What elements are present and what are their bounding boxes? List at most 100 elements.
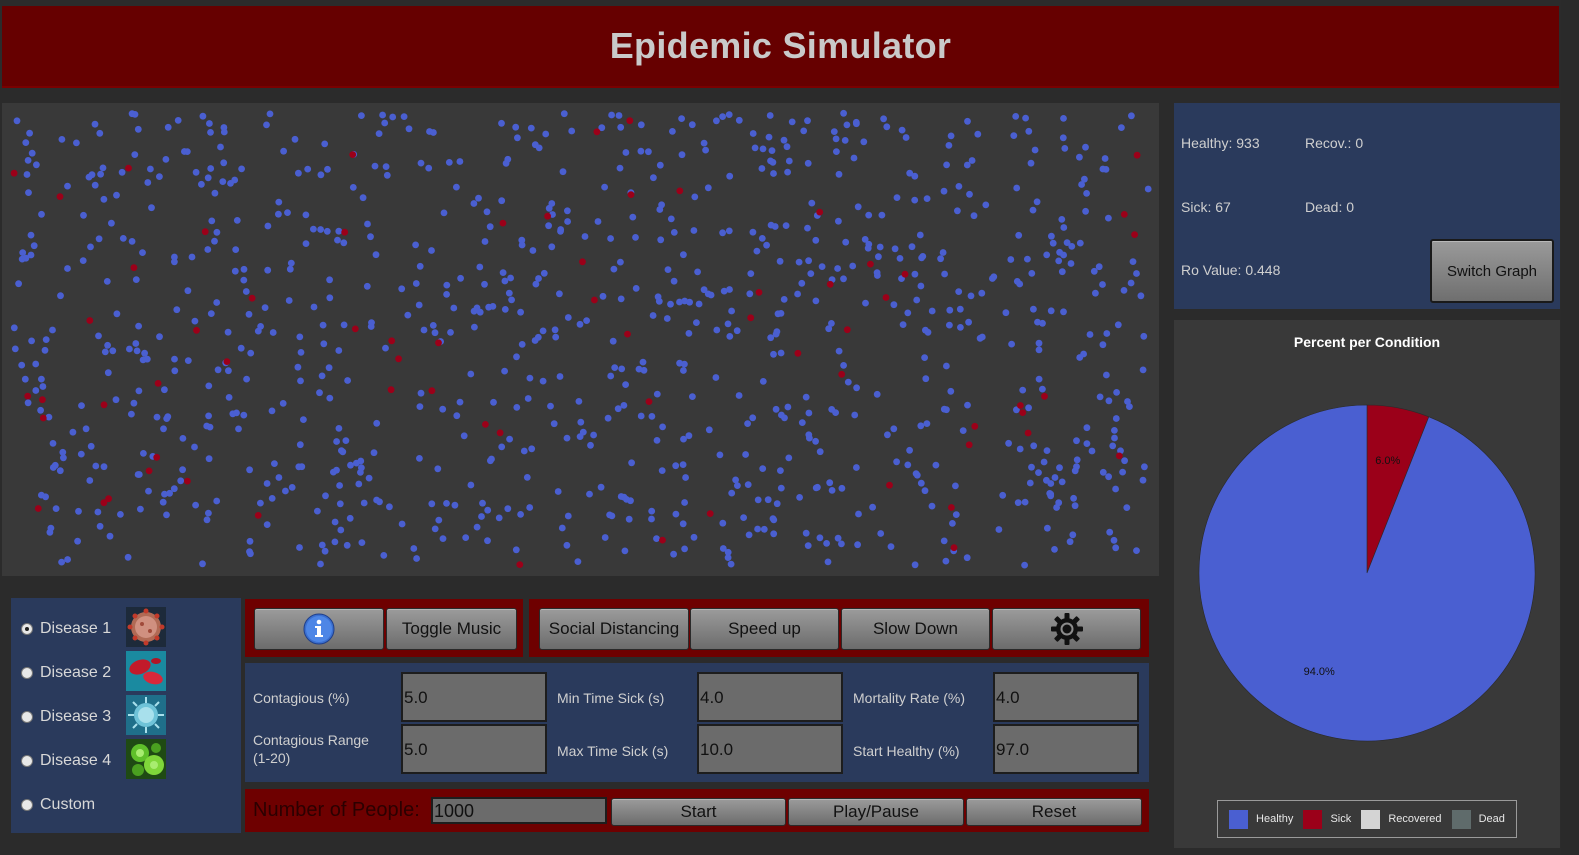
healthy-person-dot [340, 239, 348, 247]
green-virus-image [126, 739, 166, 779]
healthy-person-dot [732, 476, 739, 484]
healthy-person-dot [30, 242, 38, 250]
healthy-person-dot [26, 129, 33, 137]
healthy-person-dot [104, 341, 111, 349]
healthy-person-dot [749, 228, 757, 236]
disease-option-4[interactable]: Disease 4 [21, 752, 111, 770]
healthy-person-dot [955, 288, 963, 295]
healthy-person-dot [326, 394, 334, 402]
healthy-person-dot [132, 340, 140, 347]
healthy-person-dot [205, 412, 213, 420]
healthy-person-dot [27, 251, 35, 259]
healthy-person-dot [499, 269, 507, 276]
healthy-person-dot [467, 481, 475, 489]
sick-person-dot [1024, 429, 1032, 437]
radio-button-selected[interactable] [21, 623, 33, 635]
healthy-person-dot [501, 367, 508, 375]
healthy-person-dot [957, 324, 964, 331]
disease-option-2[interactable]: Disease 2 [21, 664, 111, 682]
healthy-person-dot [238, 165, 246, 173]
healthy-person-dot [13, 117, 21, 125]
min-time-sick-input[interactable]: 4.0 [697, 672, 843, 722]
slow-down-button[interactable]: Slow Down [841, 608, 990, 650]
disease-option-custom[interactable]: Custom [21, 796, 95, 814]
radio-button[interactable] [21, 755, 33, 767]
speed-up-button[interactable]: Speed up [690, 608, 839, 650]
healthy-person-dot [784, 168, 791, 176]
healthy-person-dot [545, 222, 552, 230]
healthy-person-dot [966, 190, 973, 198]
play-pause-button[interactable]: Play/Pause [788, 798, 964, 826]
healthy-person-dot [667, 300, 674, 308]
healthy-person-dot [317, 171, 325, 179]
healthy-person-dot [97, 170, 104, 178]
healthy-person-dot [420, 326, 428, 334]
healthy-person-dot [693, 319, 700, 326]
healthy-person-dot [217, 143, 224, 151]
healthy-person-dot [389, 113, 397, 121]
healthy-person-dot [1029, 206, 1037, 214]
healthy-person-dot [310, 303, 318, 311]
contagious-range-input[interactable]: 5.0 [401, 724, 547, 774]
start-healthy-input[interactable]: 97.0 [993, 724, 1139, 774]
healthy-person-dot [364, 220, 371, 228]
settings-button[interactable] [992, 608, 1141, 650]
info-button[interactable] [254, 608, 384, 650]
radio-button[interactable] [21, 667, 33, 679]
social-distancing-button[interactable]: Social Distancing [539, 608, 689, 650]
healthy-person-dot [203, 516, 211, 524]
toolbar-left: Toggle Music [245, 599, 523, 657]
healthy-person-dot [1014, 499, 1022, 506]
healthy-person-dot [513, 404, 521, 411]
healthy-person-dot [478, 513, 485, 520]
healthy-person-dot [855, 510, 862, 518]
healthy-person-dot [853, 384, 860, 392]
healthy-person-dot [1090, 267, 1098, 275]
healthy-person-dot [705, 426, 713, 434]
healthy-person-dot [735, 392, 743, 399]
sick-person-dot [125, 164, 132, 172]
healthy-person-dot [49, 440, 57, 447]
number-of-people-input[interactable]: 1000 [431, 797, 607, 824]
healthy-person-dot [451, 501, 459, 509]
healthy-person-dot [231, 267, 239, 275]
mortality-rate-input[interactable]: 4.0 [993, 672, 1139, 722]
healthy-person-dot [285, 297, 293, 304]
healthy-person-dot [742, 451, 749, 458]
healthy-person-dot [952, 482, 959, 490]
sick-person-dot [747, 314, 755, 322]
sick-person-dot [100, 499, 108, 507]
healthy-person-dot [670, 229, 678, 236]
healthy-person-dot [551, 326, 559, 334]
sick-person-dot [794, 349, 802, 357]
radio-button[interactable] [21, 799, 33, 811]
healthy-person-dot [484, 506, 492, 514]
healthy-person-dot [181, 148, 188, 155]
healthy-person-dot [263, 521, 271, 528]
switch-graph-button[interactable]: Switch Graph [1430, 239, 1554, 303]
simulation-canvas[interactable] [2, 103, 1159, 576]
healthy-person-dot [590, 431, 597, 439]
healthy-person-dot [137, 505, 144, 513]
healthy-person-dot [46, 528, 54, 536]
healthy-person-dot [1025, 404, 1032, 412]
healthy-person-dot [940, 537, 948, 545]
healthy-person-dot [898, 126, 906, 134]
max-time-sick-input[interactable]: 10.0 [697, 724, 843, 774]
contagious-input[interactable]: 5.0 [401, 672, 547, 722]
healthy-person-dot [160, 425, 167, 433]
healthy-person-dot [318, 372, 326, 380]
start-button[interactable]: Start [611, 798, 786, 826]
healthy-person-dot [690, 533, 698, 541]
disease-option-1[interactable]: Disease 1 [21, 620, 111, 638]
healthy-person-dot [798, 419, 806, 426]
radio-button[interactable] [21, 711, 33, 723]
healthy-person-dot [147, 165, 154, 173]
healthy-person-dot [171, 355, 178, 363]
healthy-person-dot [447, 329, 454, 336]
healthy-person-dot [558, 524, 566, 532]
toggle-music-button[interactable]: Toggle Music [386, 608, 517, 650]
reset-button[interactable]: Reset [966, 798, 1142, 826]
disease-option-3[interactable]: Disease 3 [21, 708, 111, 726]
healthy-person-dot [304, 165, 312, 173]
